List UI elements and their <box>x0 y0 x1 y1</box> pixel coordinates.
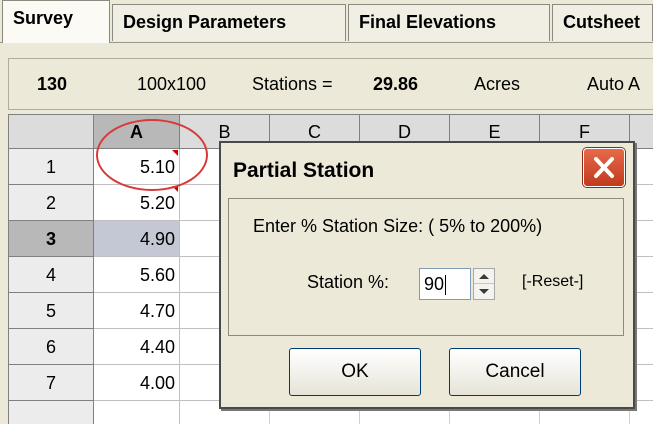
cell-value: 5.60 <box>139 265 175 285</box>
corner-header[interactable] <box>9 115 94 149</box>
close-button[interactable] <box>583 148 625 187</box>
tab-cutsheet[interactable]: Cutsheet <box>552 4 653 41</box>
grid-size: 100x100 <box>137 74 207 94</box>
tab-label: Survey <box>13 8 74 28</box>
tab-strip: Survey Design Parameters Final Elevation… <box>0 0 653 43</box>
input-value: 90 <box>424 274 445 294</box>
partial-station-dialog: Partial Station Enter % Station Size: ( … <box>219 141 635 409</box>
row-header-2[interactable]: 2 <box>9 185 94 221</box>
cell-a3[interactable]: 4.90 <box>94 221 180 257</box>
cell-flag-icon <box>172 150 178 156</box>
row-header-4[interactable]: 4 <box>9 257 94 293</box>
station-percent-input[interactable]: 90 <box>419 268 471 300</box>
close-icon <box>594 157 614 178</box>
station-size-group: Enter % Station Size: ( 5% to 200%) Stat… <box>228 198 624 336</box>
station-size-prompt: Enter % Station Size: ( 5% to 200%) <box>253 216 543 236</box>
row-header-6[interactable]: 6 <box>9 329 94 365</box>
auto-label[interactable]: Auto A <box>587 74 640 95</box>
text-caret <box>445 275 447 296</box>
row-header-1[interactable]: 1 <box>9 149 94 185</box>
row-header-7[interactable]: 7 <box>9 365 94 401</box>
cell-a8[interactable] <box>94 401 180 424</box>
cell-flag-icon <box>172 186 178 192</box>
cell-a1[interactable]: 5.10 <box>94 149 180 185</box>
dialog-title: Partial Station <box>233 159 375 182</box>
cell-a5[interactable]: 4.70 <box>94 293 180 329</box>
cell-a4[interactable]: 5.60 <box>94 257 180 293</box>
cancel-button[interactable]: Cancel <box>449 348 581 396</box>
dialog-title-bar[interactable]: Partial Station <box>221 143 633 197</box>
tab-survey[interactable]: Survey <box>2 0 110 43</box>
cell-value: 5.20 <box>139 193 175 213</box>
spin-up-button[interactable] <box>474 269 494 284</box>
cell-a7[interactable]: 4.00 <box>94 365 180 401</box>
cell-a2[interactable]: 5.20 <box>94 185 180 221</box>
tab-label: Final Elevations <box>359 12 497 32</box>
reset-link[interactable]: [-Reset-] <box>522 273 583 291</box>
column-header-a[interactable]: A <box>94 115 180 149</box>
arrow-down-icon <box>479 289 489 294</box>
cell-a6[interactable]: 4.40 <box>94 329 180 365</box>
stations-value: 29.86 <box>373 74 419 94</box>
ok-button[interactable]: OK <box>289 348 421 396</box>
cell-value: 4.40 <box>139 337 175 357</box>
record-count: 130 <box>37 74 68 94</box>
row-header-5[interactable]: 5 <box>9 293 94 329</box>
station-percent-spinner[interactable] <box>473 268 495 300</box>
station-percent-label: Station %: <box>307 272 390 292</box>
cell-value: 4.90 <box>139 229 175 249</box>
tab-design-parameters[interactable]: Design Parameters <box>112 4 346 41</box>
spin-down-button[interactable] <box>474 284 494 299</box>
stations-label: Stations = <box>252 74 333 94</box>
tab-label: Cutsheet <box>563 12 641 32</box>
info-bar: 130 100x100 Stations = 29.86 Acres Auto … <box>8 58 653 110</box>
acres-label: Acres <box>474 74 521 94</box>
cell-value: 5.10 <box>139 157 175 177</box>
cell-value: 4.00 <box>139 373 175 393</box>
cell-value: 4.70 <box>139 301 175 321</box>
tab-label: Design Parameters <box>123 12 287 32</box>
tab-final-elevations[interactable]: Final Elevations <box>348 4 550 41</box>
arrow-up-icon <box>479 273 489 279</box>
row-header-8[interactable] <box>9 401 94 424</box>
row-header-3[interactable]: 3 <box>9 221 94 257</box>
